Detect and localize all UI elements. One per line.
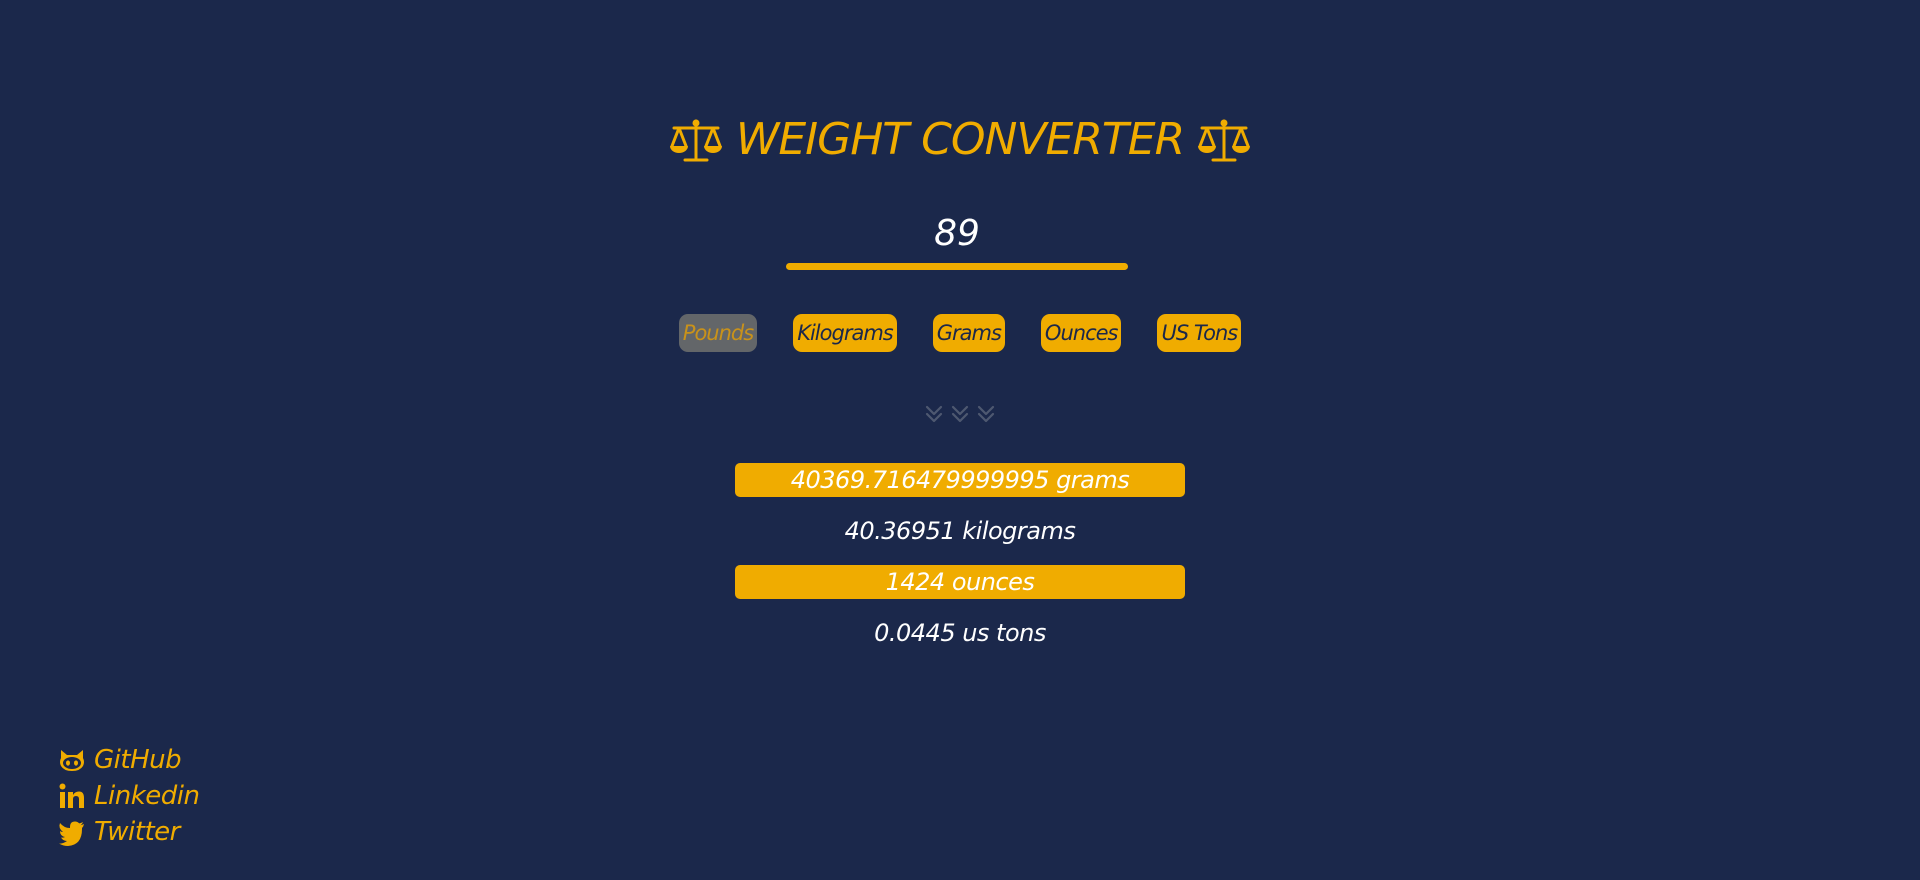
scale-balance-icon <box>1198 119 1251 162</box>
unit-button-grams[interactable]: Grams <box>932 314 1005 352</box>
twitter-link[interactable]: Twitter <box>58 814 199 850</box>
unit-button-pounds[interactable]: Pounds <box>678 314 758 352</box>
page-header: WEIGHT CONVERTER <box>0 108 1920 172</box>
github-icon <box>60 750 84 771</box>
conversion-results: 40369.716479999995 grams 40.36951 kilogr… <box>735 463 1185 667</box>
github-label: GitHub <box>94 745 182 775</box>
twitter-label: Twitter <box>94 817 180 847</box>
linkedin-link[interactable]: Linkedin <box>58 778 200 814</box>
unit-button-kilograms[interactable]: Kilograms <box>793 314 897 352</box>
scale-balance-icon <box>669 119 722 162</box>
result-ounces: 1424 ounces <box>735 565 1185 599</box>
weight-input-group <box>786 206 1128 270</box>
page-title: WEIGHT CONVERTER <box>735 114 1185 165</box>
unit-selector: Pounds Kilograms Grams Ounces US Tons <box>0 314 1920 352</box>
input-underline <box>786 263 1128 270</box>
linkedin-icon <box>59 783 84 808</box>
result-grams: 40369.716479999995 grams <box>735 463 1185 497</box>
weight-input[interactable] <box>786 206 1128 260</box>
unit-button-us-tons[interactable]: US Tons <box>1157 314 1242 352</box>
unit-button-ounces[interactable]: Ounces <box>1040 314 1122 352</box>
chevrons-down-icon <box>925 405 995 423</box>
social-links: GitHub Linkedin Twitter <box>58 742 200 850</box>
result-kilograms: 40.36951 kilograms <box>844 517 1076 545</box>
linkedin-label: Linkedin <box>94 781 200 811</box>
github-link[interactable]: GitHub <box>58 742 199 778</box>
result-us-tons: 0.0445 us tons <box>874 619 1046 647</box>
twitter-icon <box>59 821 84 846</box>
